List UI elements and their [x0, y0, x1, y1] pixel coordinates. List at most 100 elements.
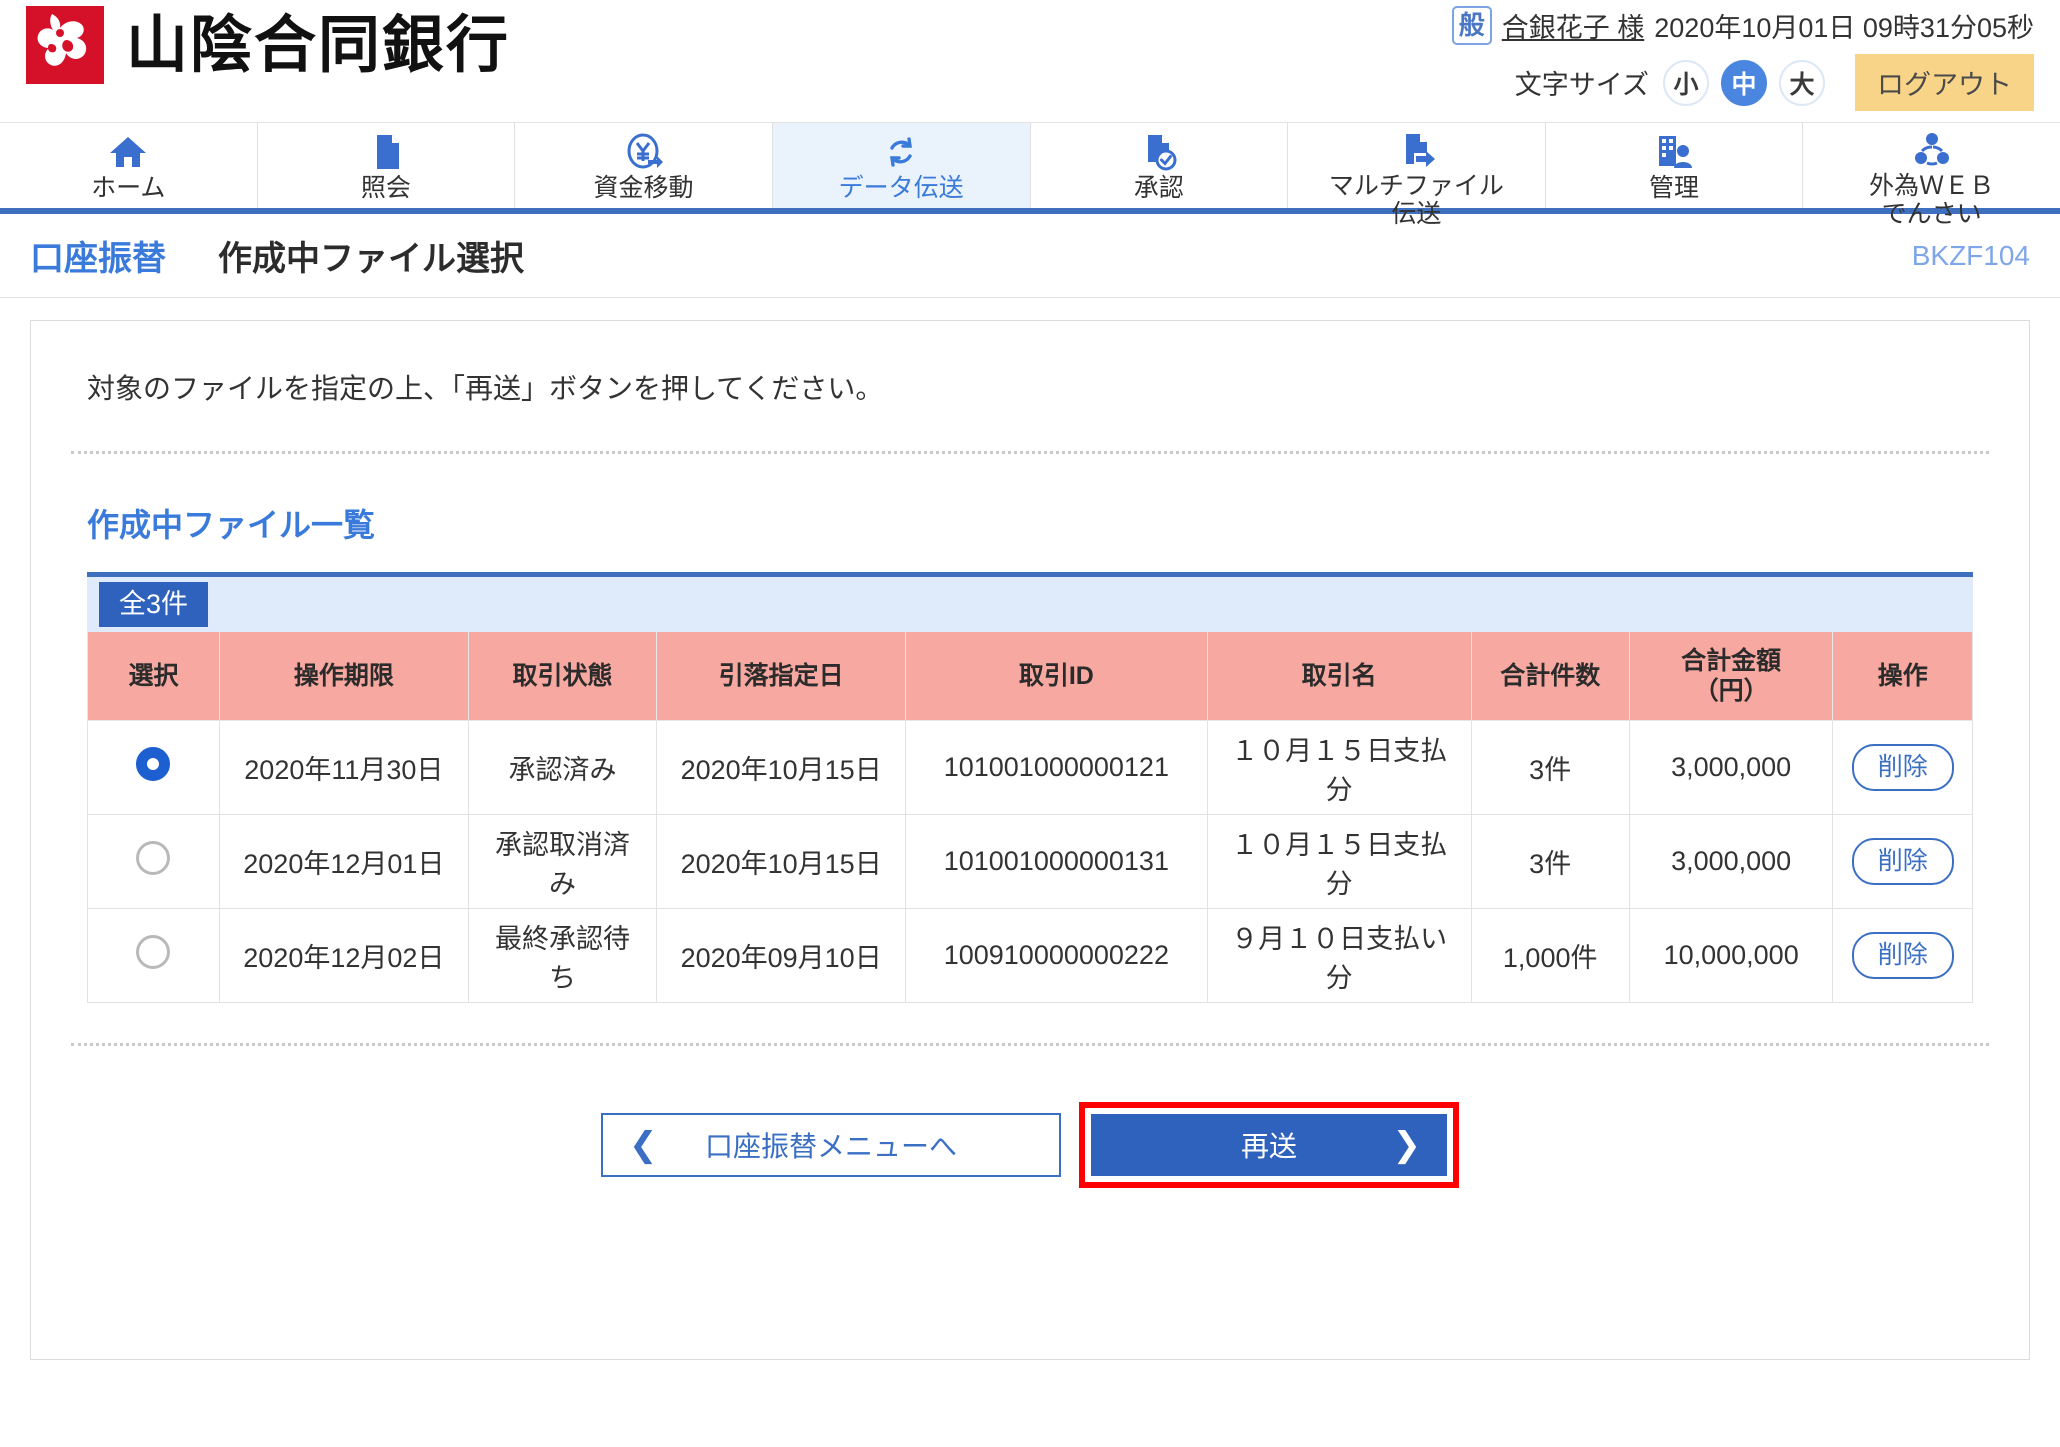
cell-transaction-name: １０月１５日支払分 [1206, 720, 1472, 815]
cell-draw-date: 2020年09月10日 [656, 908, 907, 1003]
sanin-godo-bank-logo-icon [26, 6, 104, 84]
cell-total-count: 1,000件 [1470, 908, 1630, 1003]
page-title: 作成中ファイル選択 [218, 240, 524, 278]
cell-status: 最終承認待ち [467, 908, 658, 1003]
resend-button[interactable]: 再送 ❯ [1091, 1114, 1447, 1176]
nav-label-management: 管理 [1649, 174, 1700, 202]
login-datetime: 2020年10月01日 09時31分05秒 [1654, 12, 2034, 43]
column-header-draw-date: 引落指定日 [656, 632, 907, 721]
cell-total-amount: 10,000,000 [1628, 908, 1834, 1003]
building-user-icon [1654, 131, 1694, 173]
network-share-icon [1912, 131, 1952, 171]
nav-item-data-transmission[interactable]: データ伝送 [772, 123, 1031, 208]
document-icon [366, 131, 406, 173]
table-row: 2020年11月30日 承認済み 2020年10月15日 10100100000… [87, 720, 1973, 815]
nav-item-home[interactable]: ホーム [0, 123, 258, 208]
main-card: 対象のファイルを指定の上、「再送」ボタンを押してください。 作成中ファイル一覧 … [30, 320, 2030, 1360]
table-zone: 全3件 選択 操作期限 取引状態 引落指定日 取引ID 取引名 合計件数 合計金… [31, 572, 2029, 1003]
screen-code: BKZF104 [1911, 239, 2030, 271]
cell-transaction-id: 100910000000222 [905, 908, 1208, 1003]
nav-label-inquiry: 照会 [360, 174, 411, 202]
cell-total-amount: 3,000,000 [1628, 720, 1834, 815]
cell-select [87, 720, 220, 815]
content-wrapper: 対象のファイルを指定の上、「再送」ボタンを押してください。 作成中ファイル一覧 … [0, 298, 2060, 1360]
back-to-menu-label: 口座振替メニューへ [704, 1131, 957, 1162]
row-radio-button[interactable] [136, 935, 171, 969]
column-header-action: 操作 [1832, 632, 1973, 721]
bank-logo[interactable]: 山陰合同銀行 [0, 0, 510, 84]
cell-total-count: 3件 [1470, 720, 1630, 815]
font-size-small-button[interactable]: 小 [1663, 59, 1709, 106]
row-radio-button[interactable] [136, 841, 171, 875]
nav-label-data-transmission: データ伝送 [838, 174, 964, 202]
cell-transaction-name: ９月１０日支払い分 [1206, 908, 1472, 1003]
table-header-row: 選択 操作期限 取引状態 引落指定日 取引ID 取引名 合計件数 合計金額 （円… [87, 632, 1973, 721]
nav-item-inquiry[interactable]: 照会 [258, 123, 516, 208]
cell-deadline: 2020年11月30日 [218, 720, 469, 815]
cell-transaction-id: 101001000000121 [905, 720, 1208, 815]
delete-button[interactable]: 削除 [1851, 932, 1954, 979]
resend-label: 再送 [1240, 1131, 1297, 1162]
record-count-bar: 全3件 [87, 572, 1973, 632]
nav-item-management[interactable]: 管理 [1546, 123, 1804, 208]
font-size-large-button[interactable]: 大 [1779, 59, 1825, 106]
delete-button[interactable]: 削除 [1851, 838, 1954, 885]
action-button-row: ❮ 口座振替メニューへ 再送 ❯ [31, 1046, 2029, 1188]
page-category: 口座振替 [30, 240, 166, 278]
column-header-total-count: 合計件数 [1470, 632, 1630, 721]
section-title: 作成中ファイル一覧 [87, 507, 376, 543]
sync-arrows-icon [881, 131, 921, 173]
cell-select [87, 814, 220, 909]
global-navigation: ホーム 照会 資金移動 データ伝送 承認 マルチファイル 伝送 管理 外為ＷＥＢ… [0, 122, 2060, 228]
file-list-table: 選択 操作期限 取引状態 引落指定日 取引ID 取引名 合計件数 合計金額 （円… [87, 632, 1973, 1003]
column-header-transaction-name: 取引名 [1206, 632, 1472, 721]
column-header-select: 選択 [87, 632, 220, 721]
cell-select [87, 908, 220, 1003]
column-header-deadline: 操作期限 [218, 632, 469, 721]
chevron-left-icon: ❮ [629, 1126, 658, 1164]
table-row: 2020年12月01日 承認取消済み 2020年10月15日 101001000… [87, 814, 1973, 909]
nav-item-foreign-exchange-web[interactable]: 外為ＷＥＢ でんさい [1803, 123, 2060, 228]
cell-action: 削除 [1832, 908, 1973, 1003]
bank-name: 山陰合同銀行 [126, 8, 511, 81]
logout-button[interactable]: ログアウト [1855, 54, 2034, 111]
column-header-status: 取引状態 [467, 632, 658, 721]
cell-deadline: 2020年12月01日 [218, 814, 469, 909]
row-radio-button[interactable] [136, 747, 171, 781]
cell-deadline: 2020年12月02日 [218, 908, 469, 1003]
home-icon [108, 131, 148, 173]
table-row: 2020年12月02日 最終承認待ち 2020年09月10日 100910000… [87, 908, 1973, 1003]
cell-status: 承認取消済み [467, 814, 658, 909]
column-header-total-amount-line2: （円） [1693, 677, 1769, 705]
cell-total-count: 3件 [1470, 814, 1630, 909]
page-title-bar: 口座振替 作成中ファイル選択 BKZF104 [0, 214, 2060, 298]
user-info-line: 般 合銀花子 様 2020年10月01日 09時31分05秒 [1451, 4, 2034, 46]
nav-label-home: ホーム [91, 174, 166, 202]
chevron-right-icon: ❯ [1392, 1126, 1422, 1164]
user-type-badge: 般 [1451, 5, 1492, 45]
font-size-medium-button[interactable]: 中 [1721, 59, 1767, 106]
font-size-controls: 文字サイズ 小 中 大 ログアウト [1452, 54, 2034, 111]
font-size-label: 文字サイズ [1514, 70, 1649, 100]
yen-transfer-icon [624, 131, 664, 173]
delete-button[interactable]: 削除 [1851, 744, 1954, 791]
back-to-menu-button[interactable]: ❮ 口座振替メニューへ [601, 1113, 1061, 1177]
cell-action: 削除 [1832, 814, 1973, 909]
cell-status: 承認済み [467, 720, 658, 815]
nav-item-funds-transfer[interactable]: 資金移動 [515, 123, 773, 208]
submit-highlight-box: 再送 ❯ [1079, 1102, 1459, 1188]
cell-draw-date: 2020年10月15日 [656, 814, 907, 909]
file-send-icon [1396, 131, 1436, 171]
record-count-badge: 全3件 [99, 582, 209, 627]
header-right-panel: 般 合銀花子 様 2020年10月01日 09時31分05秒 文字サイズ 小 中… [1451, 4, 2034, 111]
user-name[interactable]: 合銀花子 様 [1502, 6, 1645, 45]
nav-label-funds-transfer: 資金移動 [593, 174, 694, 202]
nav-label-approval: 承認 [1133, 174, 1184, 202]
cell-transaction-name: １０月１５日支払分 [1206, 814, 1472, 909]
page-header: 山陰合同銀行 般 合銀花子 様 2020年10月01日 09時31分05秒 文字… [0, 0, 2060, 122]
cell-transaction-id: 101001000000131 [905, 814, 1208, 909]
nav-item-approval[interactable]: 承認 [1031, 123, 1289, 208]
nav-item-multifile-transmission[interactable]: マルチファイル 伝送 [1288, 123, 1546, 228]
cell-total-amount: 3,000,000 [1628, 814, 1834, 909]
instruction-text: 対象のファイルを指定の上、「再送」ボタンを押してください。 [87, 373, 884, 404]
